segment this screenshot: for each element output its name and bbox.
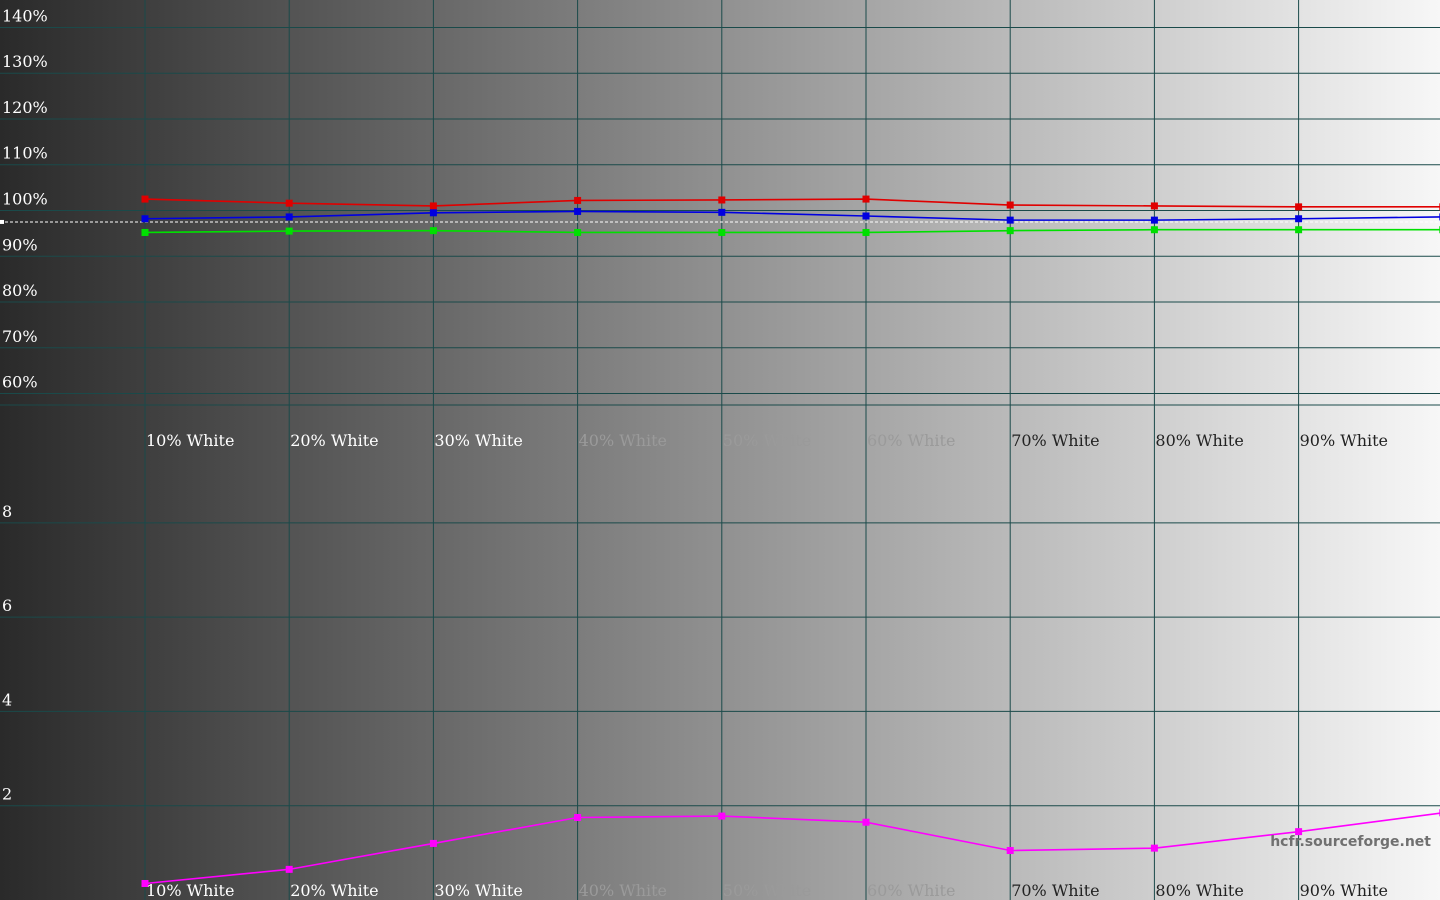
category-label: 20% White	[290, 431, 378, 450]
data-point-red	[574, 196, 582, 204]
y-tick-label: 120%	[2, 98, 48, 117]
data-point-red	[718, 196, 726, 204]
y-tick-label: 8	[2, 502, 12, 521]
data-point-green	[718, 228, 726, 236]
data-point-red	[429, 202, 437, 210]
data-point-deltaE	[285, 865, 293, 873]
category-label: 70% White	[1011, 881, 1099, 900]
data-point-deltaE	[429, 839, 437, 847]
data-point-red	[1006, 201, 1014, 209]
data-point-green	[574, 228, 582, 236]
data-point-deltaE	[1150, 844, 1158, 852]
data-point-green	[1150, 226, 1158, 234]
data-point-red	[862, 195, 870, 203]
data-point-green	[1006, 227, 1014, 235]
category-label: 10% White	[146, 431, 234, 450]
data-point-blue	[1150, 216, 1158, 224]
data-point-green	[285, 227, 293, 235]
y-tick-label: 110%	[2, 144, 48, 163]
category-label: 30% White	[434, 881, 522, 900]
data-point-red	[141, 195, 149, 203]
watermark: hcfr.sourceforge.net	[1270, 834, 1431, 850]
category-label: 20% White	[290, 881, 378, 900]
category-label: 90% White	[1300, 431, 1388, 450]
y-tick-label: 60%	[2, 373, 38, 392]
data-point-blue	[718, 208, 726, 216]
reference-marker	[0, 219, 4, 224]
data-point-red	[1150, 202, 1158, 210]
category-label: 30% White	[434, 431, 522, 450]
grayscale-rgb-chart: 60% 70% 80% 90% 100% 110% 120% 130% 140% 10% Whit…	[0, 0, 1440, 900]
category-label: 80% White	[1155, 881, 1243, 900]
chart-background	[0, 0, 1440, 900]
y-tick-label: 6	[2, 596, 12, 615]
y-tick-label: 130%	[2, 52, 48, 71]
data-point-blue	[862, 212, 870, 220]
category-label: 40% White	[579, 881, 667, 900]
data-point-blue	[1006, 216, 1014, 224]
y-tick-label: 140%	[2, 6, 48, 25]
category-label: 70% White	[1011, 431, 1099, 450]
y-tick-label: 2	[2, 785, 12, 804]
category-label: 60% White	[867, 881, 955, 900]
data-point-blue	[1295, 215, 1303, 223]
data-point-blue	[429, 209, 437, 217]
data-point-blue	[574, 207, 582, 215]
category-label: 60% White	[867, 431, 955, 450]
y-tick-label: 100%	[2, 190, 48, 209]
data-point-green	[141, 228, 149, 236]
category-label: 50% White	[723, 881, 811, 900]
data-point-red	[285, 199, 293, 207]
data-point-blue	[141, 215, 149, 223]
data-point-green	[429, 227, 437, 235]
category-label: 80% White	[1155, 431, 1243, 450]
y-tick-label: 80%	[2, 281, 38, 300]
data-point-deltaE	[718, 812, 726, 820]
category-label: 50% White	[723, 431, 811, 450]
data-point-green	[862, 228, 870, 236]
data-point-green	[1295, 226, 1303, 234]
data-point-blue	[285, 213, 293, 221]
category-label: 10% White	[146, 881, 234, 900]
data-point-deltaE	[862, 818, 870, 826]
chart-stage: 60% 70% 80% 90% 100% 110% 120% 130% 140% 10% Whit…	[0, 0, 1440, 900]
y-tick-label: 70%	[2, 327, 38, 346]
data-point-deltaE	[574, 814, 582, 821]
category-label: 90% White	[1300, 881, 1388, 900]
y-tick-label: 4	[2, 690, 12, 709]
y-tick-label: 90%	[2, 235, 38, 254]
data-point-red	[1295, 203, 1303, 211]
category-label: 40% White	[579, 431, 667, 450]
data-point-deltaE	[1006, 847, 1014, 854]
